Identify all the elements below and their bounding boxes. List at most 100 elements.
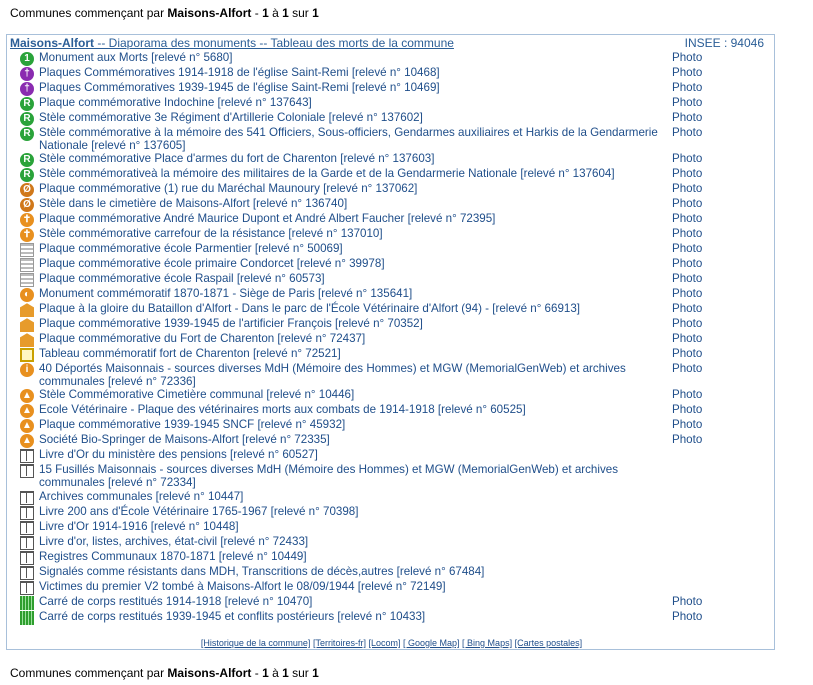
photo-link[interactable]: Photo [672,198,702,211]
photo-link[interactable]: Photo [672,610,702,624]
insee-code: INSEE : 94046 [684,36,764,50]
photo-link[interactable]: Photo [672,318,702,331]
monument-link[interactable]: Archives communales [relevé n° 10447] [39,490,684,504]
monument-link[interactable]: Carré de corps restitués 1939-1945 et co… [39,610,684,624]
photo-link[interactable]: Photo [672,153,702,166]
photo-link[interactable]: Photo [672,419,702,432]
footer-link[interactable]: [ Bing Maps] [462,638,512,648]
regiment-icon: R [20,112,34,126]
monument-link[interactable]: Signalés comme résistants dans MDH, Tran… [39,565,684,579]
monument-link[interactable]: Monument commémoratif 1870-1871 - Siège … [39,287,684,301]
footer-link[interactable]: [Territoires-fr] [313,638,366,648]
monument-link[interactable]: 15 Fusillés Maisonnais - sources diverse… [39,463,684,489]
monument-link[interactable]: 40 Déportés Maisonnais - sources diverse… [39,362,684,388]
photo-link[interactable]: Photo [672,243,702,256]
monument-link[interactable]: Plaque commémorative du Fort de Charento… [39,332,684,346]
monument-row: Victimes du premier V2 tombé à Maisons-A… [17,580,777,595]
monument-link[interactable]: Plaque commémorative école primaire Cond… [39,257,684,271]
monument-link[interactable]: Plaque à la gloire du Bataillon d'Alfort… [39,302,684,316]
monument-link[interactable]: Plaque commémorative école Parmentier [r… [39,242,684,256]
street-plaque-icon: Ø [20,183,34,198]
photo-link[interactable]: Photo [672,595,702,609]
photo-link[interactable]: Photo [672,258,702,271]
monument-link[interactable]: Plaque commémorative 1939-1945 de l'arti… [39,317,684,331]
photo-link[interactable]: Photo [672,96,702,110]
diaporama-link[interactable]: -- Diaporama des monuments -- Tableau de… [94,36,454,50]
footer-link[interactable]: [ Google Map] [403,638,460,648]
monument-link[interactable]: Livre d'Or du ministère des pensions [re… [39,448,684,462]
commune-link[interactable]: Maisons-Alfort [10,36,94,50]
monument-row: † Plaques Commémoratives 1939-1945 de l'é… [17,81,777,96]
photo-link[interactable]: Photo [672,303,702,316]
monument-list: 1 Monument aux Morts [relevé n° 5680] Phot… [17,51,777,625]
monument-link[interactable]: Plaque commémorative Indochine [relevé n… [39,96,684,110]
monument-link[interactable]: Plaque commémorative (1) rue du Maréchal… [39,182,684,196]
resistance-cross-icon: ✝ [20,213,34,228]
monument-link[interactable]: Victimes du premier V2 tombé à Maisons-A… [39,580,684,594]
monument-link[interactable]: Livre d'or, listes, archives, état-civil… [39,535,684,549]
footer-link[interactable]: [Historique de la commune] [201,638,311,648]
photo-link[interactable]: Photo [672,168,702,181]
monument-link[interactable]: Stèle commémorativeà la mémoire des mili… [39,167,684,181]
photo-link[interactable]: Photo [672,51,702,65]
monument-row: R Stèle commémorative Place d'armes du fo… [17,152,777,168]
monument-row: Ø Stèle dans le cimetière de Maisons-Alfo… [17,197,777,213]
monument-link[interactable]: Registres Communaux 1870-1871 [relevé n°… [39,550,684,564]
monument-link[interactable]: Stèle commémorative Place d'armes du for… [39,152,684,166]
commune-panel: Maisons-Alfort -- Diaporama des monument… [6,34,775,650]
monument-link[interactable]: Stèle commémorative carrefour de la rési… [39,227,684,241]
photo-link[interactable]: Photo [672,273,702,286]
monument-link[interactable]: Plaques Commémoratives 1914-1918 de l'ég… [39,66,684,80]
monument-link[interactable]: Ecole Vétérinaire - Plaque des vétérinai… [39,403,684,417]
monument-row: Plaque commémorative école Raspail [rele… [17,272,777,288]
monument-link[interactable]: Société Bio-Springer de Maisons-Alfort [… [39,433,684,447]
summary-total: 1 [312,6,319,20]
monument-row: ▲ Ecole Vétérinaire - Plaque des vétérina… [17,403,777,419]
monument-row: 1 Monument aux Morts [relevé n° 5680] Phot… [17,51,777,66]
monument-row: Archives communales [relevé n° 10447] [17,490,777,505]
monument-row: Plaque commémorative école primaire Cond… [17,257,777,273]
monument-link[interactable]: Plaque commémorative 1939-1945 SNCF [rel… [39,418,684,432]
photo-link[interactable]: Photo [672,183,702,196]
footer-link[interactable]: [Cartes postales] [515,638,583,648]
monument-row: Plaque commémorative école Parmentier [r… [17,242,777,258]
monument-link[interactable]: Carré de corps restitués 1914-1918 [rele… [39,595,684,609]
photo-link[interactable]: Photo [672,126,702,140]
photo-link[interactable]: Photo [672,228,702,241]
summary-sep: - [251,6,263,20]
building-plaque-icon [20,318,34,333]
footer-link[interactable]: [Locom] [368,638,400,648]
monument-row: 15 Fusillés Maisonnais - sources diverse… [17,463,777,489]
photo-link[interactable]: Photo [672,404,702,417]
monument-link[interactable]: Plaques Commémoratives 1939-1945 de l'ég… [39,81,684,95]
regiment-icon: R [20,168,34,183]
photo-link[interactable]: Photo [672,288,702,301]
monument-link[interactable]: Plaque commémorative André Maurice Dupon… [39,212,684,226]
monument-row: Plaque commémorative du Fort de Charento… [17,332,777,348]
photo-link[interactable]: Photo [672,363,702,376]
monument-link[interactable]: Tableau commémoratif fort de Charenton [… [39,347,684,361]
photo-link[interactable]: Photo [672,213,702,226]
monument-link[interactable]: Stèle commémorative à la mémoire des 541… [39,126,684,152]
photo-link[interactable]: Photo [672,389,702,402]
monument-link[interactable]: Plaque commémorative école Raspail [rele… [39,272,684,286]
footer-links: [Historique de la commune] [Territoires-… [7,638,776,648]
monument-link[interactable]: Stèle Commémorative Cimetière communal [… [39,388,684,402]
photo-link[interactable]: Photo [672,111,702,125]
monument-link[interactable]: Monument aux Morts [relevé n° 5680] [39,51,684,65]
monument-row: Ø Plaque commémorative (1) rue du Marécha… [17,182,777,198]
monument-link[interactable]: Livre d'Or 1914-1916 [relevé n° 10448] [39,520,684,534]
church-cross-icon: † [20,82,34,96]
monument-link[interactable]: Stèle commémorative 3e Régiment d'Artill… [39,111,684,125]
stele-icon: ▲ [20,389,34,404]
monument-link[interactable]: Stèle dans le cimetière de Maisons-Alfor… [39,197,684,211]
photo-link[interactable]: Photo [672,434,702,447]
monument-row: Plaque à la gloire du Bataillon d'Alfort… [17,302,777,318]
photo-link[interactable]: Photo [672,333,702,346]
photo-link[interactable]: Photo [672,66,702,80]
photo-link[interactable]: Photo [672,81,702,95]
monument-row: ▲ Société Bio-Springer de Maisons-Alfort … [17,433,777,449]
photo-link[interactable]: Photo [672,348,702,361]
monument-link[interactable]: Livre 200 ans d'École Vétérinaire 1765-1… [39,505,684,519]
war-graves-icon [20,595,34,610]
